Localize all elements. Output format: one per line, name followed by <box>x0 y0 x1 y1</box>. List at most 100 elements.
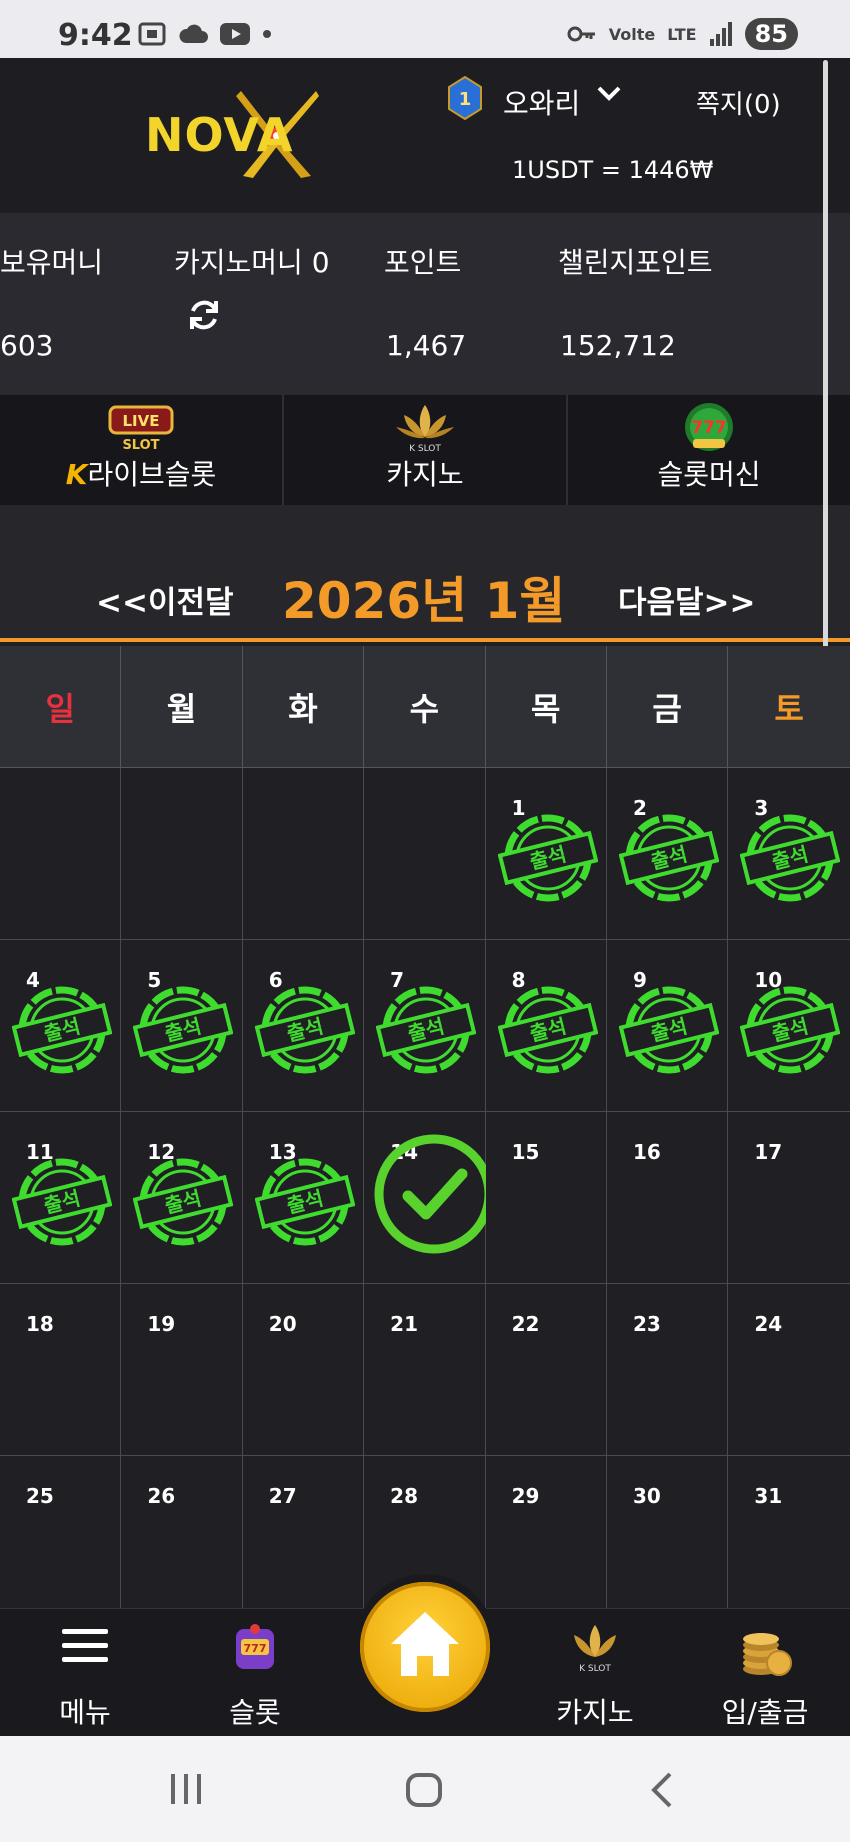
day-number: 11 <box>26 1140 54 1164</box>
calendar-day-cell[interactable]: 14 <box>364 1112 494 1284</box>
held-money-label: 보유머니 <box>0 246 104 279</box>
day-number: 10 <box>754 968 783 992</box>
nav-casino[interactable]: K SLOT 카지노 <box>525 1609 665 1737</box>
calendar-day-cell[interactable]: 20 <box>242 1284 365 1456</box>
calendar-day-cell[interactable]: 출석 8 <box>485 940 607 1112</box>
svg-text:777: 777 <box>244 1642 267 1655</box>
attendance-stamp-icon: 출석 <box>739 980 841 1084</box>
nav-menu[interactable]: 메뉴 <box>15 1609 155 1737</box>
calendar-day-cell[interactable]: 출석 2 <box>606 768 729 940</box>
calendar-empty-cell <box>364 768 486 940</box>
coins-icon <box>743 1633 792 1676</box>
weekday-thursday: 목 <box>485 646 607 768</box>
day-number: 17 <box>754 1140 783 1164</box>
day-number: 28 <box>390 1484 419 1508</box>
calendar-grid: 출석 1 출석 2 출석 3 출석 4 출석 5 출석 6 출석 7 출석 8 출석 9 출석 10 출석 11 출석 12 출… <box>0 768 850 1628</box>
attendance-stamp-icon: 출석 <box>254 980 356 1084</box>
calendar-day-cell[interactable]: 출석 9 <box>606 940 729 1112</box>
calendar-day-cell[interactable]: 16 <box>606 1112 729 1284</box>
home-icon <box>391 1612 459 1676</box>
calendar-day-cell[interactable]: 17 <box>728 1112 850 1284</box>
battery-indicator: 85 <box>744 18 798 50</box>
calendar-day-cell[interactable]: 31 <box>728 1456 850 1628</box>
svg-text:LIVE: LIVE <box>123 412 160 430</box>
network-label: LTE <box>667 24 697 44</box>
attendance-calendar: 일 월 화 수 목 금 토 출석 1 출석 2 출석 3 출석 4 출석 5 출석 6 출석 7 출석 8 출석… <box>0 646 850 1628</box>
chevron-down-icon[interactable] <box>596 84 622 104</box>
next-month-button[interactable]: 다음달>> <box>618 577 756 622</box>
nav-deposit-withdraw[interactable]: 입/출금 <box>695 1609 835 1737</box>
calendar-day-cell[interactable]: 출석 13 <box>242 1112 365 1284</box>
game-category-tabs: LIVE SLOT K라이브슬롯 K SLOT 카지노 777 슬롯머신 <box>0 395 850 505</box>
tab-casino-label: 카지노 <box>386 458 464 491</box>
calendar-week-row: 출석 1 출석 2 출석 3 <box>0 768 850 940</box>
held-money-value: 603 <box>0 329 54 362</box>
home-button[interactable] <box>360 1582 490 1712</box>
dot-icon <box>263 30 271 38</box>
calendar-day-cell[interactable]: 출석 6 <box>242 940 365 1112</box>
calendar-day-cell[interactable]: 출석 12 <box>121 1112 243 1284</box>
day-number: 12 <box>147 1140 176 1164</box>
weekday-monday: 월 <box>121 646 243 768</box>
logo-text: NOVA <box>145 108 294 162</box>
calendar-day-cell[interactable]: 출석 1 <box>485 768 607 940</box>
calendar-day-cell[interactable]: 18 <box>0 1284 122 1456</box>
nova-logo[interactable]: NOVA <box>145 86 325 178</box>
calendar-day-cell[interactable]: 27 <box>242 1456 365 1628</box>
signal-icon <box>709 22 732 46</box>
weekday-header: 일 월 화 수 목 금 토 <box>0 646 850 768</box>
calendar-day-cell[interactable]: 21 <box>364 1284 486 1456</box>
prev-month-button[interactable]: <<이전달 <box>96 577 234 622</box>
calendar-day-cell[interactable]: 23 <box>606 1284 729 1456</box>
calendar-day-cell[interactable]: 출석 3 <box>728 768 850 940</box>
points-value: 1,467 <box>386 329 467 362</box>
status-right-icons: Volte LTE 85 <box>567 18 798 50</box>
calendar-day-cell[interactable]: 19 <box>121 1284 243 1456</box>
day-number: 19 <box>147 1312 176 1336</box>
tab-slot-machine[interactable]: 777 슬롯머신 <box>568 395 850 505</box>
page-scrollbar[interactable] <box>823 60 828 654</box>
calendar-day-cell[interactable]: 30 <box>606 1456 729 1628</box>
calendar-day-cell[interactable]: 25 <box>0 1456 122 1628</box>
app-header: NOVA 1 오와리 쪽지(0) 1USDT = 1446₩ <box>0 58 850 213</box>
calendar-day-cell[interactable]: 출석 10 <box>728 940 850 1112</box>
calendar-day-cell[interactable]: 26 <box>121 1456 243 1628</box>
attendance-stamp-icon: 출석 <box>11 980 113 1084</box>
back-icon[interactable] <box>648 1772 674 1808</box>
attendance-stamp-icon: 출석 <box>132 980 234 1084</box>
day-number: 15 <box>511 1140 540 1164</box>
points-label: 포인트 <box>384 246 462 279</box>
weekday-sunday: 일 <box>0 646 122 768</box>
tab-casino[interactable]: K SLOT 카지노 <box>284 395 568 505</box>
calendar-day-cell[interactable]: 출석 7 <box>364 940 486 1112</box>
refresh-icon[interactable] <box>186 297 222 333</box>
nav-slot[interactable]: 777 슬롯 <box>185 1609 325 1737</box>
calendar-day-cell[interactable]: 24 <box>728 1284 850 1456</box>
tab-slot-machine-label: 슬롯머신 <box>657 458 761 491</box>
calendar-week-row: 18 19 20 21 22 23 24 <box>0 1284 850 1456</box>
weekday-saturday: 토 <box>728 646 850 768</box>
nav-menu-label: 메뉴 <box>59 1696 111 1729</box>
calendar-day-cell[interactable]: 출석 4 <box>0 940 122 1112</box>
tab-live-slot[interactable]: LIVE SLOT K라이브슬롯 <box>0 395 284 505</box>
calendar-day-cell[interactable]: 29 <box>485 1456 607 1628</box>
calendar-day-cell[interactable]: 출석 5 <box>121 940 243 1112</box>
challenge-points-value: 152,712 <box>560 329 676 362</box>
level-badge-icon: 1 <box>448 76 482 120</box>
current-month-title: 2026년 1월 <box>282 572 566 630</box>
status-left-icons <box>138 22 272 46</box>
recent-apps-icon[interactable] <box>168 1772 204 1806</box>
calendar-day-cell[interactable]: 22 <box>485 1284 607 1456</box>
day-number: 24 <box>754 1312 783 1336</box>
home-system-icon[interactable] <box>405 1772 443 1808</box>
weekday-wednesday: 수 <box>364 646 486 768</box>
messages-link[interactable]: 쪽지(0) <box>696 84 781 121</box>
calendar-day-cell[interactable]: 출석 11 <box>0 1112 122 1284</box>
calendar-day-cell[interactable]: 15 <box>485 1112 607 1284</box>
live-slot-icon: LIVE SLOT <box>108 405 174 453</box>
day-number: 16 <box>632 1140 661 1164</box>
hamburger-icon <box>62 1629 108 1662</box>
username-dropdown[interactable]: 오와리 <box>503 82 580 122</box>
nav-slot-label: 슬롯 <box>229 1696 281 1729</box>
attendance-stamp-icon: 출석 <box>375 980 477 1084</box>
